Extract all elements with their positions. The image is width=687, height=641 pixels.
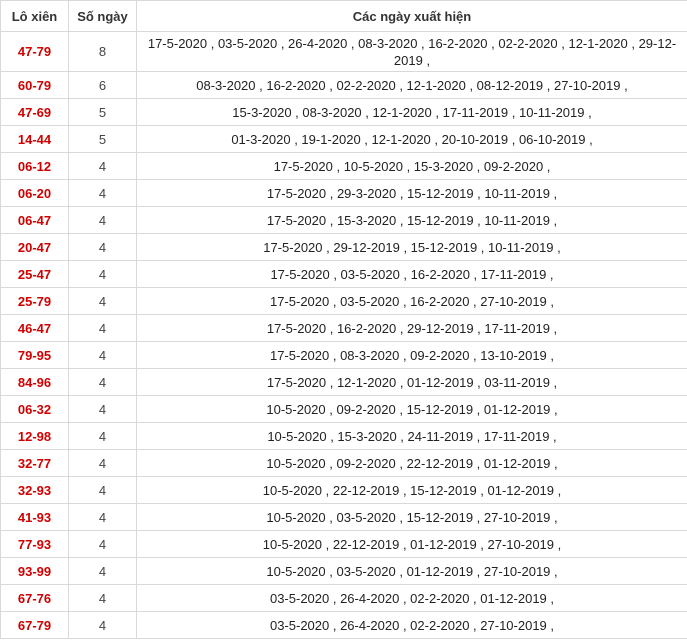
header-row: Lô xiên Số ngày Các ngày xuất hiện (0, 0, 687, 32)
table-body: 47-79 8 17-5-2020 , 03-5-2020 , 26-4-2020 … (0, 31, 687, 639)
dates-cell: 17-5-2020 , 03-5-2020 , 26-4-2020 , 08-3… (136, 31, 687, 72)
table-row: 12-98 4 10-5-2020 , 15-3-2020 , 24-11-2019… (0, 422, 687, 450)
count-cell: 4 (68, 152, 137, 180)
count-cell: 4 (68, 341, 137, 369)
dates-cell: 10-5-2020 , 09-2-2020 , 15-12-2019 , 01-… (136, 395, 687, 423)
dates-cell: 10-5-2020 , 03-5-2020 , 01-12-2019 , 27-… (136, 557, 687, 585)
count-cell: 5 (68, 125, 137, 153)
pair-cell: 20-47 (0, 233, 69, 261)
count-cell: 4 (68, 449, 137, 477)
count-cell: 4 (68, 503, 137, 531)
table-row: 41-93 4 10-5-2020 , 03-5-2020 , 15-12-2019… (0, 503, 687, 531)
dates-cell: 03-5-2020 , 26-4-2020 , 02-2-2020 , 01-1… (136, 584, 687, 612)
pair-cell: 47-69 (0, 98, 69, 126)
pair-cell: 06-20 (0, 179, 69, 207)
count-cell: 4 (68, 476, 137, 504)
count-cell: 4 (68, 368, 137, 396)
count-cell: 4 (68, 395, 137, 423)
table-row: 06-47 4 17-5-2020 , 15-3-2020 , 15-12-2019… (0, 206, 687, 234)
count-cell: 8 (68, 31, 137, 72)
pair-cell: 06-47 (0, 206, 69, 234)
count-cell: 4 (68, 260, 137, 288)
count-cell: 4 (68, 557, 137, 585)
count-cell: 4 (68, 422, 137, 450)
table-row: 25-79 4 17-5-2020 , 03-5-2020 , 16-2-2020 … (0, 287, 687, 315)
dates-cell: 10-5-2020 , 22-12-2019 , 15-12-2019 , 01… (136, 476, 687, 504)
dates-cell: 17-5-2020 , 29-12-2019 , 15-12-2019 , 10… (136, 233, 687, 261)
count-cell: 6 (68, 71, 137, 99)
pair-cell: 47-79 (0, 31, 69, 72)
table-row: 32-93 4 10-5-2020 , 22-12-2019 , 15-12-201… (0, 476, 687, 504)
dates-cell: 10-5-2020 , 15-3-2020 , 24-11-2019 , 17-… (136, 422, 687, 450)
header-dates: Các ngày xuất hiện (136, 0, 687, 32)
table-row: 25-47 4 17-5-2020 , 03-5-2020 , 16-2-2020 … (0, 260, 687, 288)
table-row: 46-47 4 17-5-2020 , 16-2-2020 , 29-12-2019… (0, 314, 687, 342)
pair-cell: 77-93 (0, 530, 69, 558)
dates-cell: 17-5-2020 , 29-3-2020 , 15-12-2019 , 10-… (136, 179, 687, 207)
dates-cell: 01-3-2020 , 19-1-2020 , 12-1-2020 , 20-1… (136, 125, 687, 153)
pair-cell: 32-77 (0, 449, 69, 477)
count-cell: 4 (68, 314, 137, 342)
header-pair: Lô xiên (0, 0, 69, 32)
table-row: 67-76 4 03-5-2020 , 26-4-2020 , 02-2-2020 … (0, 584, 687, 612)
count-cell: 4 (68, 611, 137, 639)
dates-cell: 03-5-2020 , 26-4-2020 , 02-2-2020 , 27-1… (136, 611, 687, 639)
dates-cell: 10-5-2020 , 22-12-2019 , 01-12-2019 , 27… (136, 530, 687, 558)
pair-cell: 06-32 (0, 395, 69, 423)
pair-cell: 32-93 (0, 476, 69, 504)
header-count: Số ngày (68, 0, 137, 32)
table-row: 20-47 4 17-5-2020 , 29-12-2019 , 15-12-201… (0, 233, 687, 261)
pair-cell: 67-76 (0, 584, 69, 612)
table-row: 79-95 4 17-5-2020 , 08-3-2020 , 09-2-2020 … (0, 341, 687, 369)
pair-cell: 41-93 (0, 503, 69, 531)
table-row: 77-93 4 10-5-2020 , 22-12-2019 , 01-12-201… (0, 530, 687, 558)
pair-cell: 67-79 (0, 611, 69, 639)
table-row: 14-44 5 01-3-2020 , 19-1-2020 , 12-1-2020 … (0, 125, 687, 153)
pair-cell: 14-44 (0, 125, 69, 153)
dates-cell: 17-5-2020 , 12-1-2020 , 01-12-2019 , 03-… (136, 368, 687, 396)
table-row: 47-79 8 17-5-2020 , 03-5-2020 , 26-4-2020 … (0, 31, 687, 72)
dates-cell: 17-5-2020 , 03-5-2020 , 16-2-2020 , 17-1… (136, 260, 687, 288)
table-row: 32-77 4 10-5-2020 , 09-2-2020 , 22-12-2019… (0, 449, 687, 477)
dates-cell: 15-3-2020 , 08-3-2020 , 12-1-2020 , 17-1… (136, 98, 687, 126)
table-row: 84-96 4 17-5-2020 , 12-1-2020 , 01-12-2019… (0, 368, 687, 396)
table-row: 06-20 4 17-5-2020 , 29-3-2020 , 15-12-2019… (0, 179, 687, 207)
count-cell: 4 (68, 530, 137, 558)
table-row: 06-32 4 10-5-2020 , 09-2-2020 , 15-12-2019… (0, 395, 687, 423)
count-cell: 4 (68, 233, 137, 261)
pair-cell: 93-99 (0, 557, 69, 585)
table-row: 47-69 5 15-3-2020 , 08-3-2020 , 12-1-2020 … (0, 98, 687, 126)
count-cell: 5 (68, 98, 137, 126)
count-cell: 4 (68, 287, 137, 315)
table-row: 93-99 4 10-5-2020 , 03-5-2020 , 01-12-2019… (0, 557, 687, 585)
dates-cell: 17-5-2020 , 15-3-2020 , 15-12-2019 , 10-… (136, 206, 687, 234)
table-row: 60-79 6 08-3-2020 , 16-2-2020 , 02-2-2020 … (0, 71, 687, 99)
count-cell: 4 (68, 584, 137, 612)
dates-cell: 17-5-2020 , 08-3-2020 , 09-2-2020 , 13-1… (136, 341, 687, 369)
pair-cell: 79-95 (0, 341, 69, 369)
pair-cell: 60-79 (0, 71, 69, 99)
pair-cell: 25-79 (0, 287, 69, 315)
pair-cell: 46-47 (0, 314, 69, 342)
count-cell: 4 (68, 179, 137, 207)
dates-cell: 17-5-2020 , 03-5-2020 , 16-2-2020 , 27-1… (136, 287, 687, 315)
dates-cell: 10-5-2020 , 09-2-2020 , 22-12-2019 , 01-… (136, 449, 687, 477)
table-row: 67-79 4 03-5-2020 , 26-4-2020 , 02-2-2020 … (0, 611, 687, 639)
dates-cell: 08-3-2020 , 16-2-2020 , 02-2-2020 , 12-1… (136, 71, 687, 99)
pair-cell: 84-96 (0, 368, 69, 396)
dates-cell: 17-5-2020 , 10-5-2020 , 15-3-2020 , 09-2… (136, 152, 687, 180)
dates-cell: 10-5-2020 , 03-5-2020 , 15-12-2019 , 27-… (136, 503, 687, 531)
pair-cell: 12-98 (0, 422, 69, 450)
lo-xien-table: Lô xiên Số ngày Các ngày xuất hiện 47-79… (0, 0, 687, 639)
table-row: 06-12 4 17-5-2020 , 10-5-2020 , 15-3-2020 … (0, 152, 687, 180)
pair-cell: 25-47 (0, 260, 69, 288)
dates-cell: 17-5-2020 , 16-2-2020 , 29-12-2019 , 17-… (136, 314, 687, 342)
pair-cell: 06-12 (0, 152, 69, 180)
count-cell: 4 (68, 206, 137, 234)
